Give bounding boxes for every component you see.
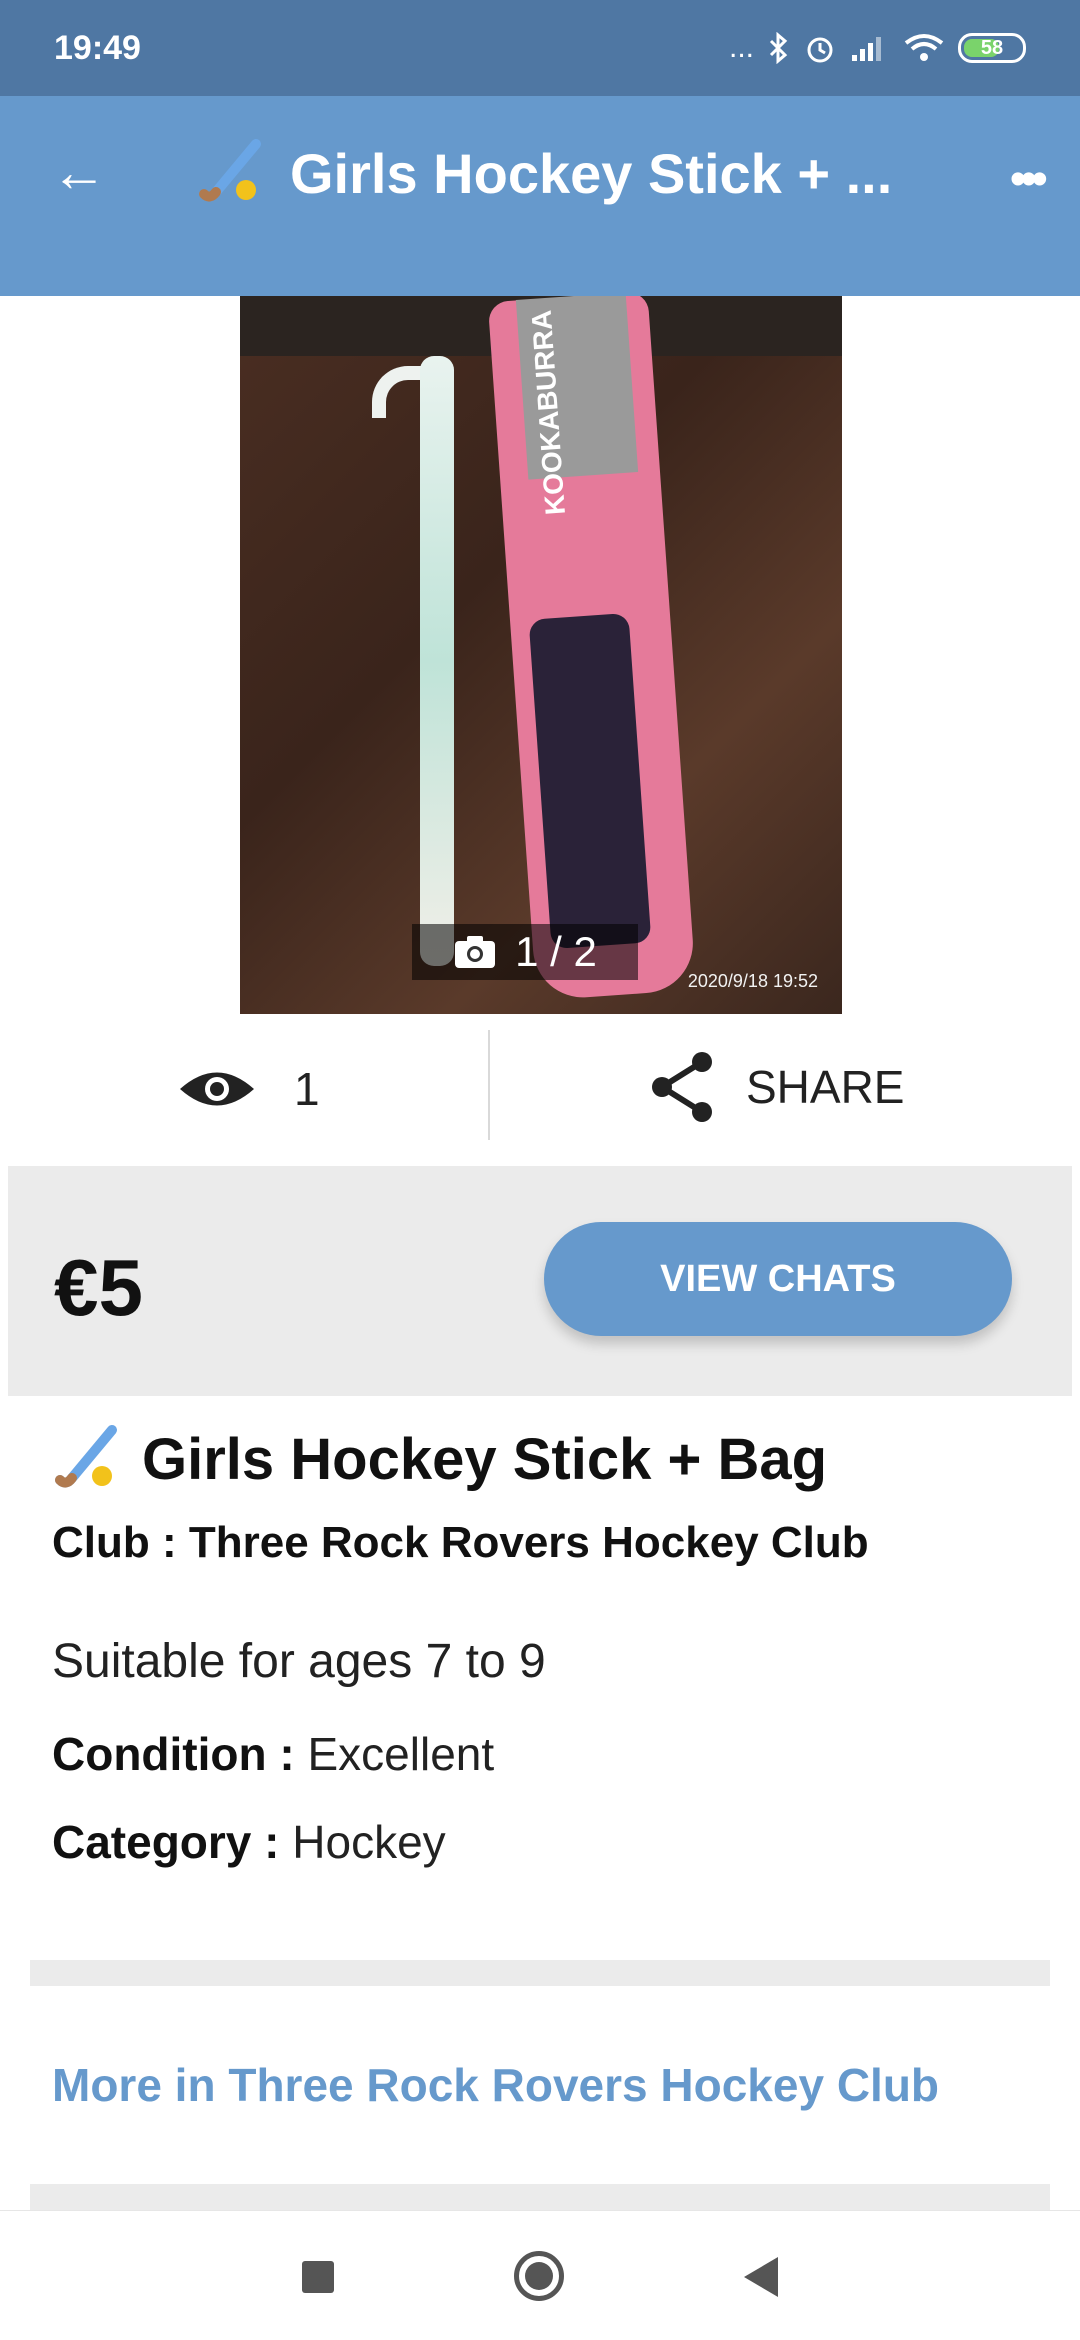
stats-row: 1 SHARE: [0, 1030, 1080, 1170]
category-line: Category : Hockey: [52, 1815, 1032, 1869]
item-title-text: Girls Hockey Stick + Bag: [142, 1426, 828, 1492]
share-button[interactable]: SHARE: [648, 1050, 904, 1124]
hockey-stick-icon: [199, 139, 261, 202]
photo-counter: 1 / 2: [412, 924, 638, 980]
price: €5: [54, 1243, 143, 1332]
signal-icon: [852, 37, 881, 61]
status-bar: 19:49 ... 58: [0, 0, 1080, 96]
condition-line: Condition : Excellent: [52, 1727, 1032, 1781]
battery-icon: 58: [958, 33, 1026, 63]
category-label: Category :: [52, 1816, 280, 1868]
back-arrow-icon: ←: [51, 139, 107, 203]
bluetooth-icon: [769, 32, 788, 64]
status-icons: ... 58: [729, 31, 1026, 65]
view-chats-button[interactable]: VIEW CHATS: [544, 1222, 1012, 1336]
system-nav-bar: [0, 2210, 1080, 2340]
views-value: 1: [294, 1063, 320, 1115]
wifi-icon: [904, 34, 944, 61]
back-button[interactable]: ←: [44, 136, 114, 206]
divider: [488, 1030, 490, 1140]
category-value: Hockey: [292, 1816, 446, 1868]
more-options-button[interactable]: •••: [1009, 152, 1049, 207]
app-bar: ← Girls Hockey Stick + ... •••: [0, 96, 1080, 296]
status-time: 19:49: [54, 28, 141, 67]
section-divider: [30, 1960, 1050, 1986]
recents-button[interactable]: [302, 2261, 334, 2293]
condition-label: Condition :: [52, 1728, 295, 1780]
camera-icon: [455, 936, 496, 968]
eye-icon: [180, 1072, 254, 1106]
share-label: SHARE: [746, 1061, 905, 1113]
battery-level: 58: [980, 36, 1004, 59]
listing-details: Girls Hockey Stick + Bag Club : Three Ro…: [52, 1424, 1032, 1869]
photo-counter-text: 1 / 2: [515, 928, 597, 975]
club-line: Club : Three Rock Rovers Hockey Club: [52, 1518, 869, 1567]
page-title: Girls Hockey Stick + ...: [196, 138, 892, 208]
system-back-button[interactable]: [744, 2257, 778, 2297]
listing-page: 19:49 ... 58 ← Girls Hockey Stick + ...: [0, 0, 1080, 2340]
price-bar: €5 VIEW CHATS: [8, 1166, 1072, 1396]
condition-value: Excellent: [307, 1728, 495, 1780]
item-title: Girls Hockey Stick + Bag: [52, 1424, 1032, 1494]
signal-dots: ...: [728, 31, 754, 64]
listing-photo[interactable]: KOOKABURRA 1 / 2 2020/9/18 19:52: [240, 296, 842, 1014]
photo-timestamp: 2020/9/18 19:52: [687, 971, 818, 991]
more-in-club-link[interactable]: More in Three Rock Rovers Hockey Club: [52, 2058, 939, 2112]
home-button[interactable]: [514, 2251, 564, 2301]
description: Suitable for ages 7 to 9: [52, 1635, 546, 1688]
share-icon: [652, 1052, 712, 1122]
hockey-stick-icon: [55, 1425, 117, 1488]
more-icon: •••: [1009, 153, 1049, 206]
views-count: 1: [178, 1062, 320, 1116]
section-divider: [30, 2184, 1050, 2210]
alarm-icon: [807, 37, 833, 63]
page-title-text: Girls Hockey Stick + ...: [290, 141, 893, 205]
